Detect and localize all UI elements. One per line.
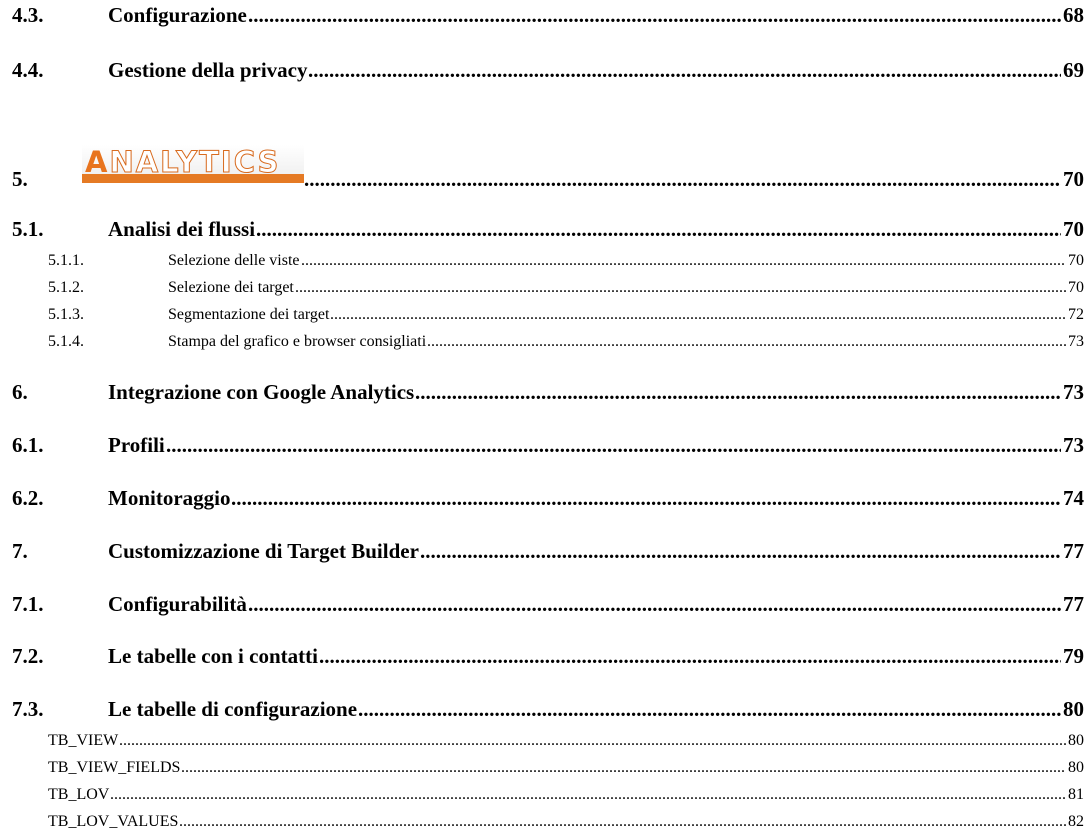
dot-leader: ........................................… (308, 58, 1084, 82)
toc-entry-number: 5.1.1. (48, 252, 84, 269)
dot-leader: ........................................… (248, 3, 1084, 27)
toc-entry-title: Gestione della privacy (108, 58, 308, 82)
toc-entry-page-number: 80 (1061, 697, 1084, 721)
toc-entry[interactable]: TB_VIEW_FIELDS..........................… (0, 758, 1089, 777)
toc-entry-page-number: 79 (1061, 644, 1084, 668)
toc-entry-title: Segmentazione dei target (168, 306, 330, 323)
toc-entry[interactable]: 6. Integrazione con Google Analytics.....… (0, 380, 1089, 404)
dot-leader: ........................................… (248, 592, 1084, 616)
toc-entry[interactable]: 7. Customizzazione di Target Builder.....… (0, 539, 1089, 563)
toc-entry-page-number: 70 (1061, 217, 1084, 241)
toc-entry[interactable]: 7.1. Configurabilità.....................… (0, 592, 1089, 616)
toc-entry-page-number: 82 (1066, 812, 1084, 831)
toc-entry-page-number: 73 (1061, 380, 1084, 404)
dot-leader: ........................................… (256, 217, 1084, 241)
toc-entry-number: 6.2. (12, 486, 44, 510)
toc-entry-page-number: 77 (1061, 592, 1084, 616)
toc-entry-number: 7. (12, 539, 28, 563)
toc-entry-number: 5.1.2. (48, 279, 84, 296)
toc-entry-page-number: 69 (1061, 58, 1084, 82)
toc-entry[interactable]: 4.3. Configurazione......................… (0, 3, 1089, 27)
toc-entry-page-number: 72 (1066, 305, 1084, 324)
dot-leader: ........................................… (110, 786, 1084, 803)
toc-entry-page-number: 73 (1066, 332, 1084, 351)
toc-entry[interactable]: TB_VIEW.................................… (0, 731, 1089, 750)
toc-entry[interactable]: 5.1.2. Selezione dei target..............… (0, 278, 1089, 297)
dot-leader: ........................................… (295, 279, 1084, 296)
dot-leader: ........................................… (427, 333, 1084, 350)
toc-entry[interactable]: TB_LOV..................................… (0, 785, 1089, 804)
toc-entry-title: TB_LOV_VALUES (48, 813, 179, 830)
toc-entry-title: Selezione delle viste (168, 252, 300, 269)
toc-entry-number: 7.2. (12, 644, 44, 668)
toc-entry-title: TB_VIEW (48, 732, 119, 749)
toc-entry-title: Stampa del grafico e browser consigliati (168, 333, 427, 350)
dot-leader: ........................................… (119, 732, 1084, 749)
toc-entry-page-number: 70 (1061, 167, 1084, 191)
dot-leader: ........................................… (358, 697, 1084, 721)
dot-leader: ........................................… (166, 433, 1084, 457)
toc-entry-number: 7.1. (12, 592, 44, 616)
toc-entry-title: Configurabilità (108, 592, 247, 616)
toc-entry-number: 5.1. (12, 217, 44, 241)
dot-leader: ........................................… (231, 486, 1084, 510)
toc-entry-number: 4.3. (12, 3, 44, 27)
toc-entry-title: Le tabelle di configurazione (108, 697, 358, 721)
dot-leader: ........................................… (420, 539, 1084, 563)
toc-entry[interactable]: 7.3. Le tabelle di configurazione........… (0, 697, 1089, 721)
toc-entry[interactable]: 5.......................................… (0, 167, 1089, 191)
toc-entry-title: Integrazione con Google Analytics (108, 380, 415, 404)
toc-entry-title: Configurazione (108, 3, 247, 27)
toc-entry-number: 6. (12, 380, 28, 404)
toc-page: { "entries": [ {"num": "4.3.", "title": … (0, 0, 1089, 831)
toc-entry-title: Analisi dei flussi (108, 217, 256, 241)
toc-entry-page-number: 77 (1061, 539, 1084, 563)
toc-entry-page-number: 74 (1061, 486, 1084, 510)
toc-entry[interactable]: TB_LOV_VALUES...........................… (0, 812, 1089, 831)
toc-entry-title: TB_LOV (48, 786, 110, 803)
toc-entry-number: 5.1.3. (48, 306, 84, 323)
toc-entry-title: Profili (108, 433, 165, 457)
toc-entry-page-number: 80 (1066, 758, 1084, 777)
toc-entry-number: 5. (12, 167, 28, 191)
toc-entry-page-number: 73 (1061, 433, 1084, 457)
toc-entry[interactable]: 5.1.3. Segmentazione dei target..........… (0, 305, 1089, 324)
toc-entry-title: TB_VIEW_FIELDS (48, 759, 181, 776)
toc-entry[interactable]: 4.4. Gestione della privacy..............… (0, 58, 1089, 82)
dot-leader: ........................................… (181, 759, 1084, 776)
toc-entry-page-number: 81 (1066, 785, 1084, 804)
toc-entry-title: Le tabelle con i contatti (108, 644, 318, 668)
dot-leader: ........................................… (415, 380, 1084, 404)
toc-entry-title: Monitoraggio (108, 486, 231, 510)
toc-entry[interactable]: 6.2. Monitoraggio........................… (0, 486, 1089, 510)
toc-entry-page-number: 80 (1066, 731, 1084, 750)
toc-entry[interactable]: 5.1.1. Selezione delle viste.............… (0, 251, 1089, 270)
dot-leader: ........................................… (319, 644, 1084, 668)
toc-entry[interactable]: 5.1. Analisi dei flussi..................… (0, 217, 1089, 241)
toc-entry[interactable]: 7.2. Le tabelle con i contatti...........… (0, 644, 1089, 668)
dot-leader: ........................................… (301, 252, 1084, 269)
dot-leader: ........................................… (304, 167, 1084, 191)
toc-entry-number: 4.4. (12, 58, 44, 82)
toc-entry-page-number: 68 (1061, 3, 1084, 27)
dot-leader: ........................................… (179, 813, 1084, 830)
toc-entry-number: 5.1.4. (48, 333, 84, 350)
toc-entry-number: 7.3. (12, 697, 44, 721)
toc-entry-title: Selezione dei target (168, 279, 294, 296)
toc-entry[interactable]: 6.1. Profili.............................… (0, 433, 1089, 457)
toc-entry[interactable]: 5.1.4. Stampa del grafico e browser consi… (0, 332, 1089, 351)
dot-leader: ........................................… (330, 306, 1084, 323)
toc-entry-title: Customizzazione di Target Builder (108, 539, 419, 563)
toc-entry-page-number: 70 (1066, 251, 1084, 270)
toc-entry-number: 6.1. (12, 433, 44, 457)
toc-entry-page-number: 70 (1066, 278, 1084, 297)
